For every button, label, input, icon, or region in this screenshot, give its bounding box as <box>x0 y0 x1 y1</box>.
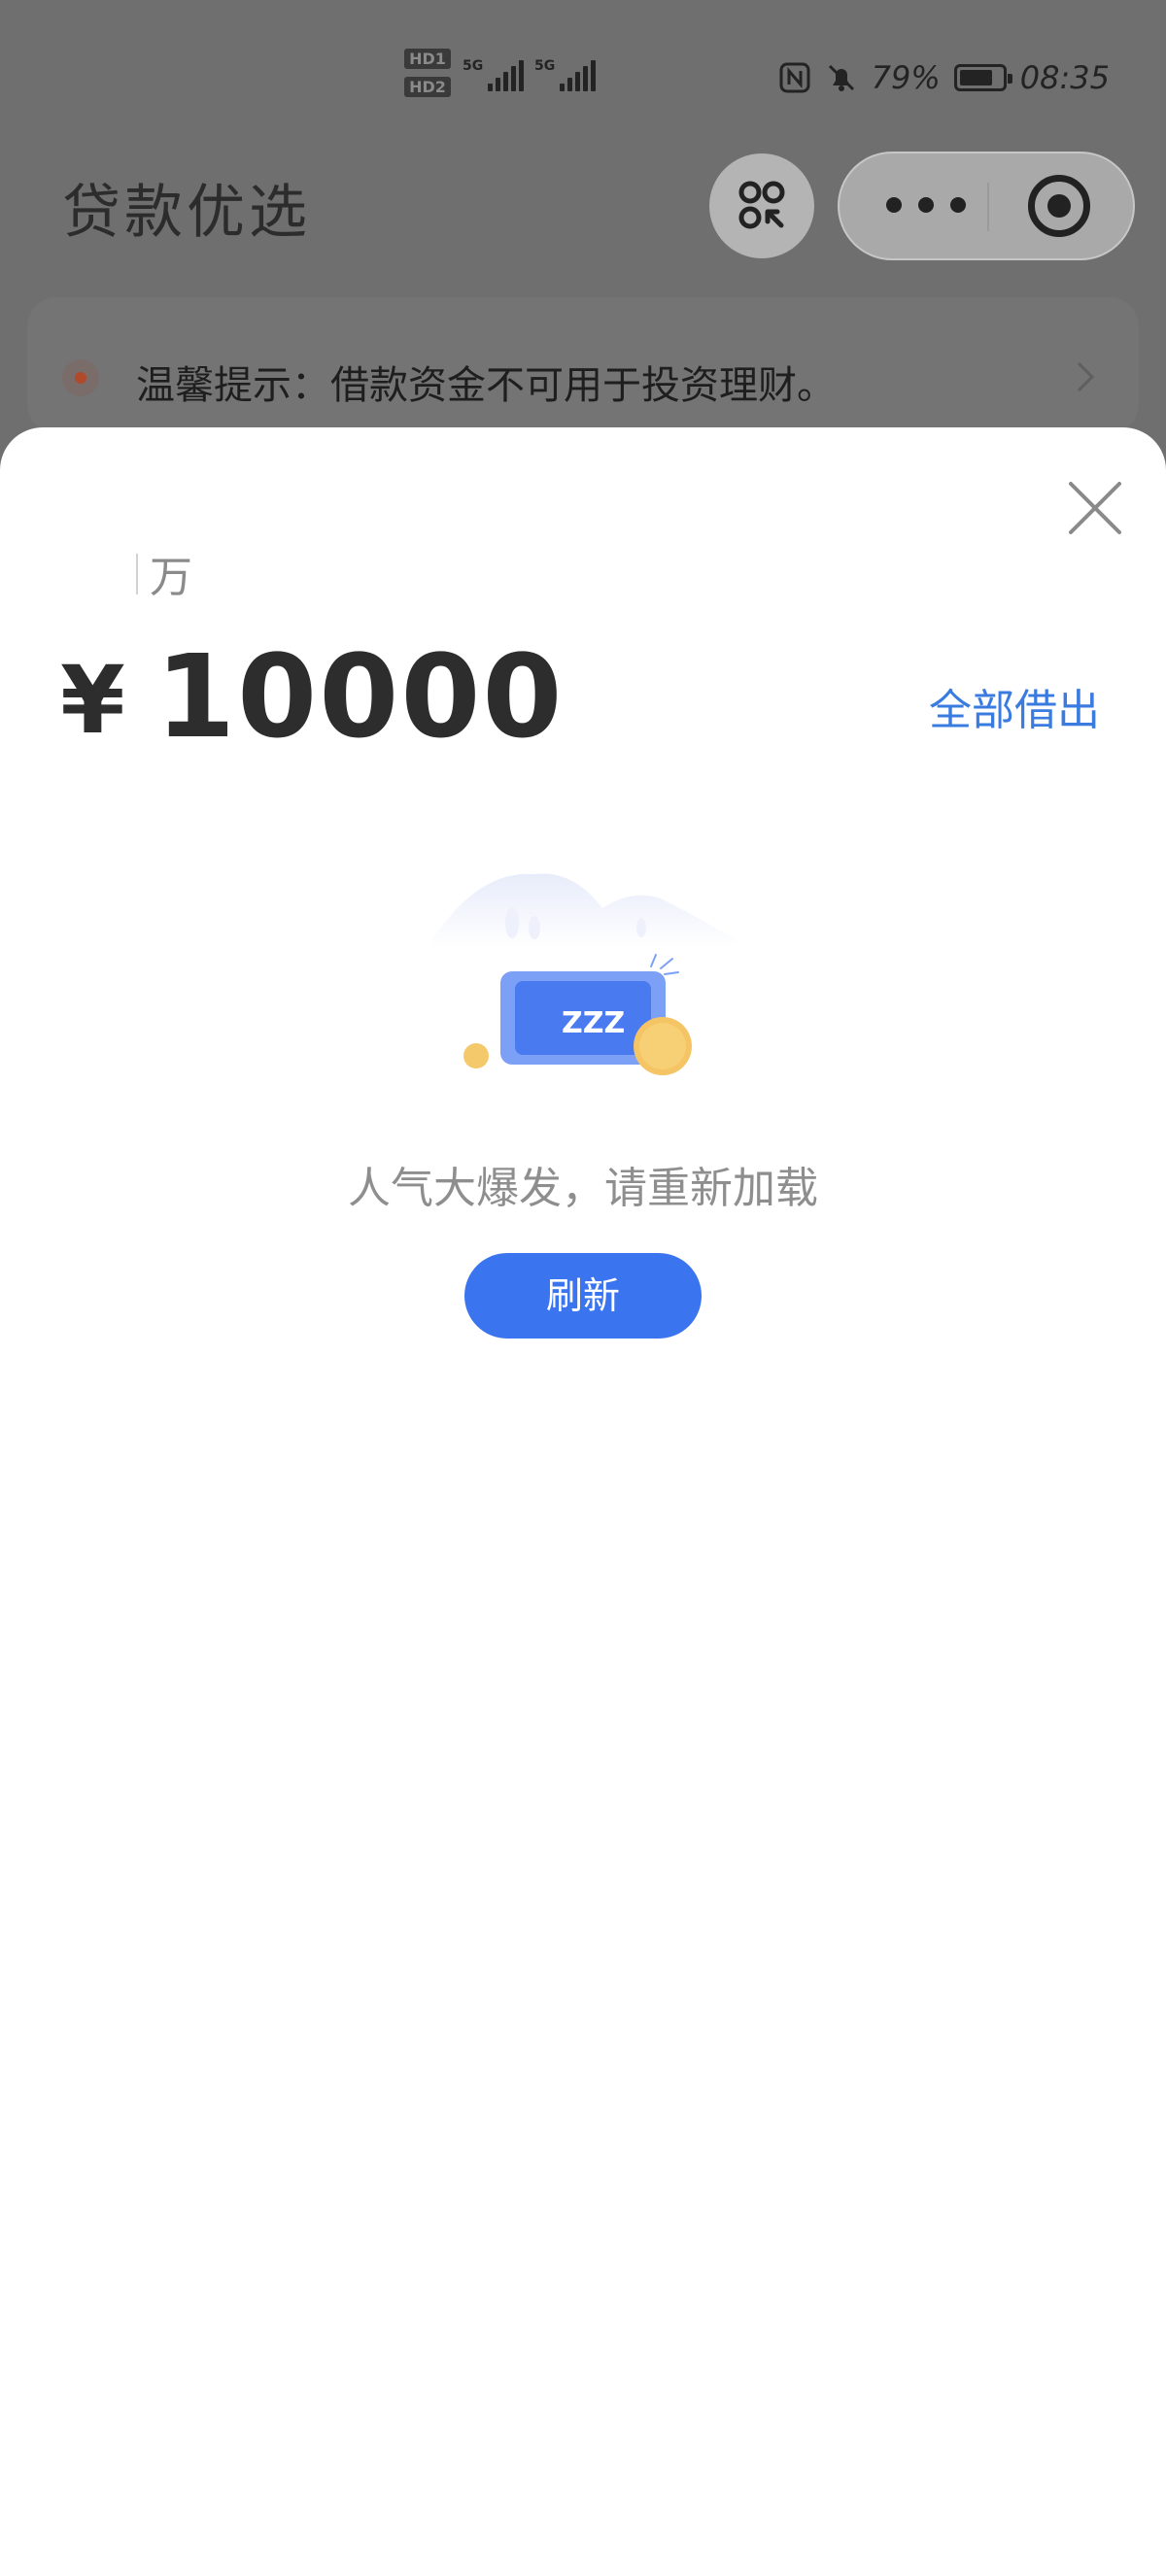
hd-indicator: HD1 HD2 <box>404 49 453 113</box>
notice-text: 温馨提示：借款资金不可用于投资理财。 <box>136 363 836 408</box>
refresh-button[interactable]: 刷新 <box>464 1253 702 1339</box>
target-close-icon[interactable] <box>1028 175 1090 237</box>
battery-level-fill <box>959 70 992 85</box>
hd1-badge: HD1 <box>404 49 451 69</box>
clock: 08:35 <box>1019 59 1110 96</box>
borrow-all-link[interactable]: 全部借出 <box>929 675 1100 737</box>
nfc-icon <box>779 62 810 93</box>
capsule-divider <box>987 183 989 231</box>
notice-bar[interactable]: 温馨提示：借款资金不可用于投资理财。 <box>27 297 1139 433</box>
exit-mini-program-button[interactable] <box>709 153 814 258</box>
close-icon[interactable] <box>1061 474 1129 542</box>
signal-strength-2-icon: 5G <box>534 58 597 91</box>
hd2-badge: HD2 <box>404 77 451 97</box>
battery-percent: 79% <box>871 59 941 96</box>
notice-dot-icon <box>62 359 99 396</box>
currency-symbol: ¥ <box>60 646 125 755</box>
more-dots-icon[interactable] <box>886 190 966 220</box>
amount-input-cursor <box>136 554 138 594</box>
bell-muted-icon <box>828 64 854 91</box>
battery-icon <box>953 64 1012 91</box>
amount-input[interactable]: 10000 <box>155 629 565 763</box>
status-bar: HD1 HD2 5G 5G 79% 08:35 <box>0 0 1166 146</box>
mini-program-capsule <box>838 152 1135 260</box>
empty-state-message: 人气大爆发，请重新加载 <box>348 1164 818 1213</box>
sleep-zzz-text: ZZZ <box>562 1006 625 1040</box>
exit-mini-program-icon <box>738 181 785 229</box>
chevron-right-icon <box>1077 361 1095 392</box>
status-right: 79% 08:35 <box>778 56 1110 99</box>
amount-unit: 万 <box>150 553 192 602</box>
signal-strength-1-icon: 5G <box>463 58 525 91</box>
page-title: 贷款优选 <box>62 179 311 247</box>
loan-amount-sheet: 万 ¥ 10000 全部借出 ZZZ 人气大爆发，请重新加载 刷新 <box>0 427 1166 2576</box>
sleeping-phone-illustration: ZZZ <box>428 873 748 1075</box>
